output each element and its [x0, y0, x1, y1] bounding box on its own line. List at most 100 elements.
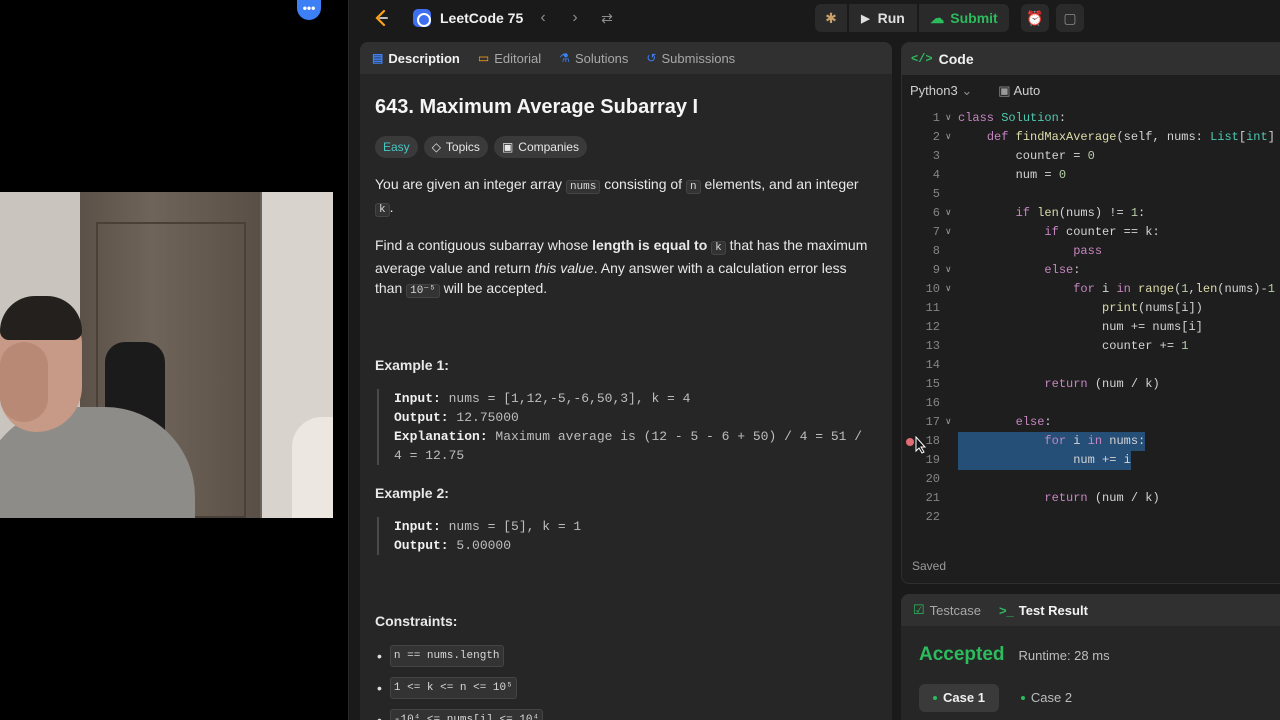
code-line[interactable]: 12 num += nums[i] [902, 318, 1280, 337]
code-line[interactable]: 2 ∨ def findMaxAverage(self, nums: List[i… [902, 128, 1280, 147]
leetcode-app: LeetCode 75 ‹ › ⇄ ✱ ▶ Run ☁ Submit ⏰ ▢ ▤… [348, 0, 1280, 720]
book-icon: ▭ [477, 51, 490, 65]
code-line[interactable]: 21 return (num / k) [902, 489, 1280, 508]
result-summary: Accepted Runtime: 28 ms [919, 644, 1110, 666]
topics-tag[interactable]: ◇ Topics [423, 136, 488, 158]
case-tab-2[interactable]: Case 2 [1007, 684, 1086, 712]
timer-icon[interactable]: ⏰ [1021, 4, 1049, 32]
code-line[interactable]: 4 num = 0 [902, 166, 1280, 185]
debug-button[interactable]: ✱ [815, 4, 847, 32]
code-text: for i in range(1,len(nums)-1 [1073, 282, 1275, 296]
shuffle-icon[interactable]: ⇄ [595, 6, 619, 30]
prev-problem-icon[interactable]: ‹ [531, 6, 555, 30]
fold-chevron-icon[interactable]: ∨ [945, 128, 952, 147]
code-line[interactable]: 9 ∨ else: [902, 261, 1280, 280]
editor-toolbar: Python3 ⌄ ▣ Auto [902, 75, 1280, 107]
notes-icon[interactable]: ▢ [1056, 4, 1084, 32]
code-line[interactable]: 7 ∨ if counter == k: [902, 223, 1280, 242]
tag-icon: ◇ [431, 140, 441, 154]
fold-chevron-icon[interactable]: ∨ [945, 223, 952, 242]
study-plan-icon[interactable] [413, 9, 431, 27]
code-text: else: [1015, 415, 1052, 429]
line-number: 8 [932, 244, 940, 258]
fold-chevron-icon[interactable]: ∨ [945, 280, 952, 299]
next-problem-icon[interactable]: › [563, 6, 587, 30]
code-text: if len(nums) != 1: [1015, 206, 1146, 220]
code-line[interactable]: 16 [902, 394, 1280, 413]
tab-testcase[interactable]: ☑ Testcase [913, 602, 981, 618]
case-tab-1[interactable]: Case 1 [919, 684, 999, 712]
line-number: 15 [925, 377, 940, 391]
fold-chevron-icon[interactable]: ∨ [945, 109, 952, 128]
leetcode-logo-icon[interactable] [371, 8, 391, 28]
code-line[interactable]: 18 for i in nums: [902, 432, 1280, 451]
code-text: pass [1073, 244, 1103, 258]
code-line[interactable]: 15 return (num / k) [902, 375, 1280, 394]
code-line[interactable]: 13 counter += 1 [902, 337, 1280, 356]
description-body: 643. Maximum Average Subarray I Easy ◇ T… [360, 74, 892, 720]
more-options-icon[interactable]: ••• [297, 0, 321, 20]
line-number: 10 [925, 282, 940, 296]
screen-left-area: ••• [0, 0, 348, 720]
code-text: else: [1044, 263, 1081, 277]
case-tabs: Case 1 Case 2 [919, 684, 1086, 712]
line-number: 20 [925, 472, 940, 486]
code-line[interactable]: 17 ∨ else: [902, 413, 1280, 432]
code-editor[interactable]: 1 ∨ class Solution: 2 ∨ def findMaxAverage(s… [902, 107, 1280, 537]
code-line[interactable]: 8 pass [902, 242, 1280, 261]
description-tabs: ▤ Description ▭ Editorial ⚗ Solutions ↺ … [360, 42, 892, 74]
line-number: 11 [925, 301, 940, 315]
line-number: 14 [925, 358, 940, 372]
code-text: counter = 0 [958, 149, 1095, 163]
line-number: 16 [925, 396, 940, 410]
code-line[interactable]: 1 ∨ class Solution: [902, 109, 1280, 128]
tab-solutions[interactable]: ⚗ Solutions [559, 51, 628, 66]
language-select[interactable]: Python3 ⌄ [910, 83, 972, 99]
code-line[interactable]: 19 num += i [902, 451, 1280, 470]
code-text: return (num / k) [1044, 491, 1160, 505]
code-line[interactable]: 11 print(nums[i]) [902, 299, 1280, 318]
tab-description[interactable]: ▤ Description [372, 51, 460, 66]
run-button[interactable]: ▶ Run [849, 4, 917, 32]
difficulty-badge: Easy [375, 136, 418, 158]
submit-button[interactable]: ☁ Submit [919, 4, 1009, 32]
lock-icon: ▣ [501, 140, 514, 154]
fold-chevron-icon[interactable]: ∨ [945, 413, 952, 432]
code-text: counter += 1 [958, 339, 1189, 353]
problem-title[interactable]: 643. Maximum Average Subarray I [375, 94, 877, 120]
code-panel: </> Code Python3 ⌄ ▣ Auto 1 ∨ class Soluti… [901, 42, 1280, 584]
constraint-item: -10⁴ <= nums[i] <= 10⁴ [377, 709, 877, 720]
line-number: 13 [925, 339, 940, 353]
line-number: 7 [932, 225, 940, 239]
code-line[interactable]: 3 counter = 0 [902, 147, 1280, 166]
example-1-block: Input: nums = [1,12,-5,-6,50,3], k = 4 O… [377, 389, 877, 465]
run-submit-group: ✱ ▶ Run ☁ Submit [815, 4, 1009, 32]
code-text: num += nums[i] [958, 320, 1203, 334]
tab-test-result[interactable]: >_ Test Result [999, 603, 1088, 618]
tab-editorial[interactable]: ▭ Editorial [478, 51, 541, 66]
example-2-block: Input: nums = [5], k = 1 Output: 5.00000 [377, 517, 877, 555]
code-line[interactable]: 5 [902, 185, 1280, 204]
study-plan-title[interactable]: LeetCode 75 [440, 10, 523, 26]
pass-dot-icon [1020, 696, 1025, 700]
code-line[interactable]: 14 [902, 356, 1280, 375]
line-number: 2 [932, 130, 940, 144]
code-line[interactable]: 20 [902, 470, 1280, 489]
line-number: 6 [932, 206, 940, 220]
breakpoint-icon[interactable] [906, 438, 914, 446]
code-line[interactable]: 6 ∨ if len(nums) != 1: [902, 204, 1280, 223]
saved-status: Saved [912, 559, 947, 573]
example-2-title: Example 2: [375, 485, 449, 501]
code-panel-header: </> Code [902, 43, 1280, 75]
play-icon: ▶ [861, 12, 870, 25]
problem-paragraph-1: You are given an integer array nums cons… [375, 176, 859, 217]
line-number: 1 [932, 111, 940, 125]
code-line[interactable]: 22 [902, 508, 1280, 527]
code-line[interactable]: 10 ∨ for i in range(1,len(nums)-1 [902, 280, 1280, 299]
auto-save-toggle[interactable]: ▣ Auto [998, 83, 1040, 99]
fold-chevron-icon[interactable]: ∨ [945, 261, 952, 280]
line-number: 22 [925, 510, 940, 524]
tab-submissions[interactable]: ↺ Submissions [646, 51, 735, 66]
fold-chevron-icon[interactable]: ∨ [945, 204, 952, 223]
companies-tag[interactable]: ▣ Companies [493, 136, 587, 158]
